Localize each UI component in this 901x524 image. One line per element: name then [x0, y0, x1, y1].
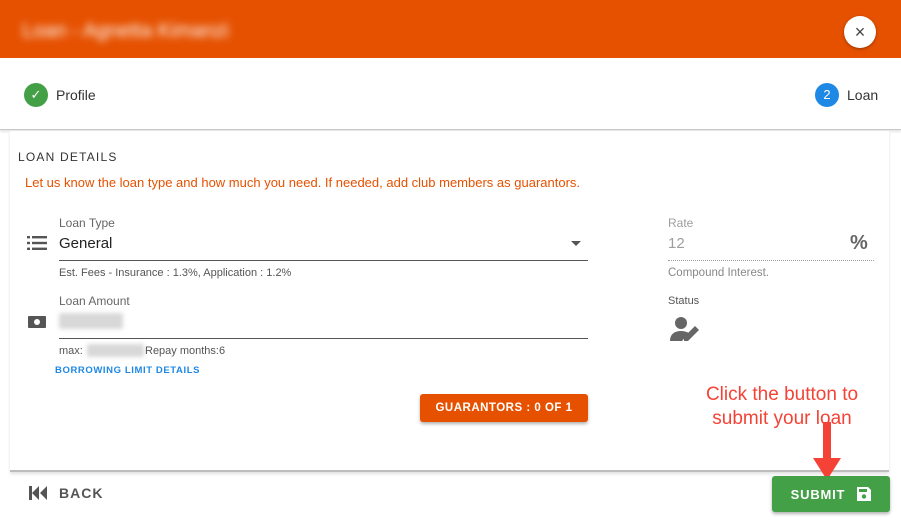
- annotation-text: Click the button to submit your loan: [682, 383, 882, 431]
- annotation-line: submit your loan: [712, 408, 852, 429]
- loan-amount-value: [59, 313, 123, 329]
- borrowing-limit-link[interactable]: BORROWING LIMIT DETAILS: [55, 365, 200, 376]
- status-label: Status: [668, 295, 700, 307]
- step-label: Profile: [56, 87, 96, 103]
- loan-type-underline: [59, 260, 588, 261]
- guarantors-button[interactable]: GUARANTORS : 0 OF 1: [420, 394, 588, 422]
- arrow-down-icon: [813, 422, 841, 480]
- step-label: Loan: [847, 87, 879, 103]
- loan-type-value: General: [59, 235, 113, 252]
- chevron-down-icon: [571, 241, 581, 246]
- rate-note: Compound Interest.: [668, 267, 770, 279]
- annotation-line: Click the button to: [705, 384, 859, 405]
- back-label: BACK: [59, 485, 104, 501]
- close-button[interactable]: ×: [844, 16, 876, 48]
- loan-amount-underline: [59, 338, 588, 339]
- dialog-title: Loan - Agnetta Kimanzi: [22, 20, 229, 42]
- step-profile[interactable]: ✓ Profile: [24, 83, 96, 107]
- max-label: max:: [59, 345, 83, 357]
- step-loan[interactable]: 2 Loan: [815, 83, 878, 107]
- person-edit-icon: [670, 317, 699, 341]
- rate-value: 12: [668, 235, 685, 252]
- section-description: Let us know the loan type and how much y…: [25, 175, 581, 190]
- submit-label: SUBMIT: [790, 486, 846, 502]
- loan-type-fees: Est. Fees - Insurance : 1.3%, Applicatio…: [59, 267, 292, 279]
- loan-type-label: Loan Type: [59, 216, 115, 230]
- submit-button[interactable]: SUBMIT: [772, 476, 890, 512]
- max-amount: [87, 344, 144, 357]
- money-icon: [28, 316, 46, 328]
- section-title: LOAN DETAILS: [18, 150, 118, 164]
- close-icon: ×: [854, 22, 866, 42]
- loan-amount-label: Loan Amount: [59, 294, 130, 308]
- list-icon: [27, 236, 47, 250]
- rate-underline: [668, 260, 874, 261]
- stepper: ✓ Profile 2 Loan: [0, 58, 901, 130]
- check-icon: ✓: [24, 83, 48, 107]
- step-number: 2: [815, 83, 839, 107]
- back-button[interactable]: BACK: [29, 485, 103, 501]
- percent-icon: %: [850, 232, 868, 254]
- save-icon: [857, 487, 872, 501]
- repay-months: Repay months:6: [145, 345, 226, 357]
- rate-label: Rate: [668, 216, 694, 230]
- dialog-header: Loan - Agnetta Kimanzi ×: [0, 0, 901, 58]
- skip-previous-icon: [29, 486, 47, 500]
